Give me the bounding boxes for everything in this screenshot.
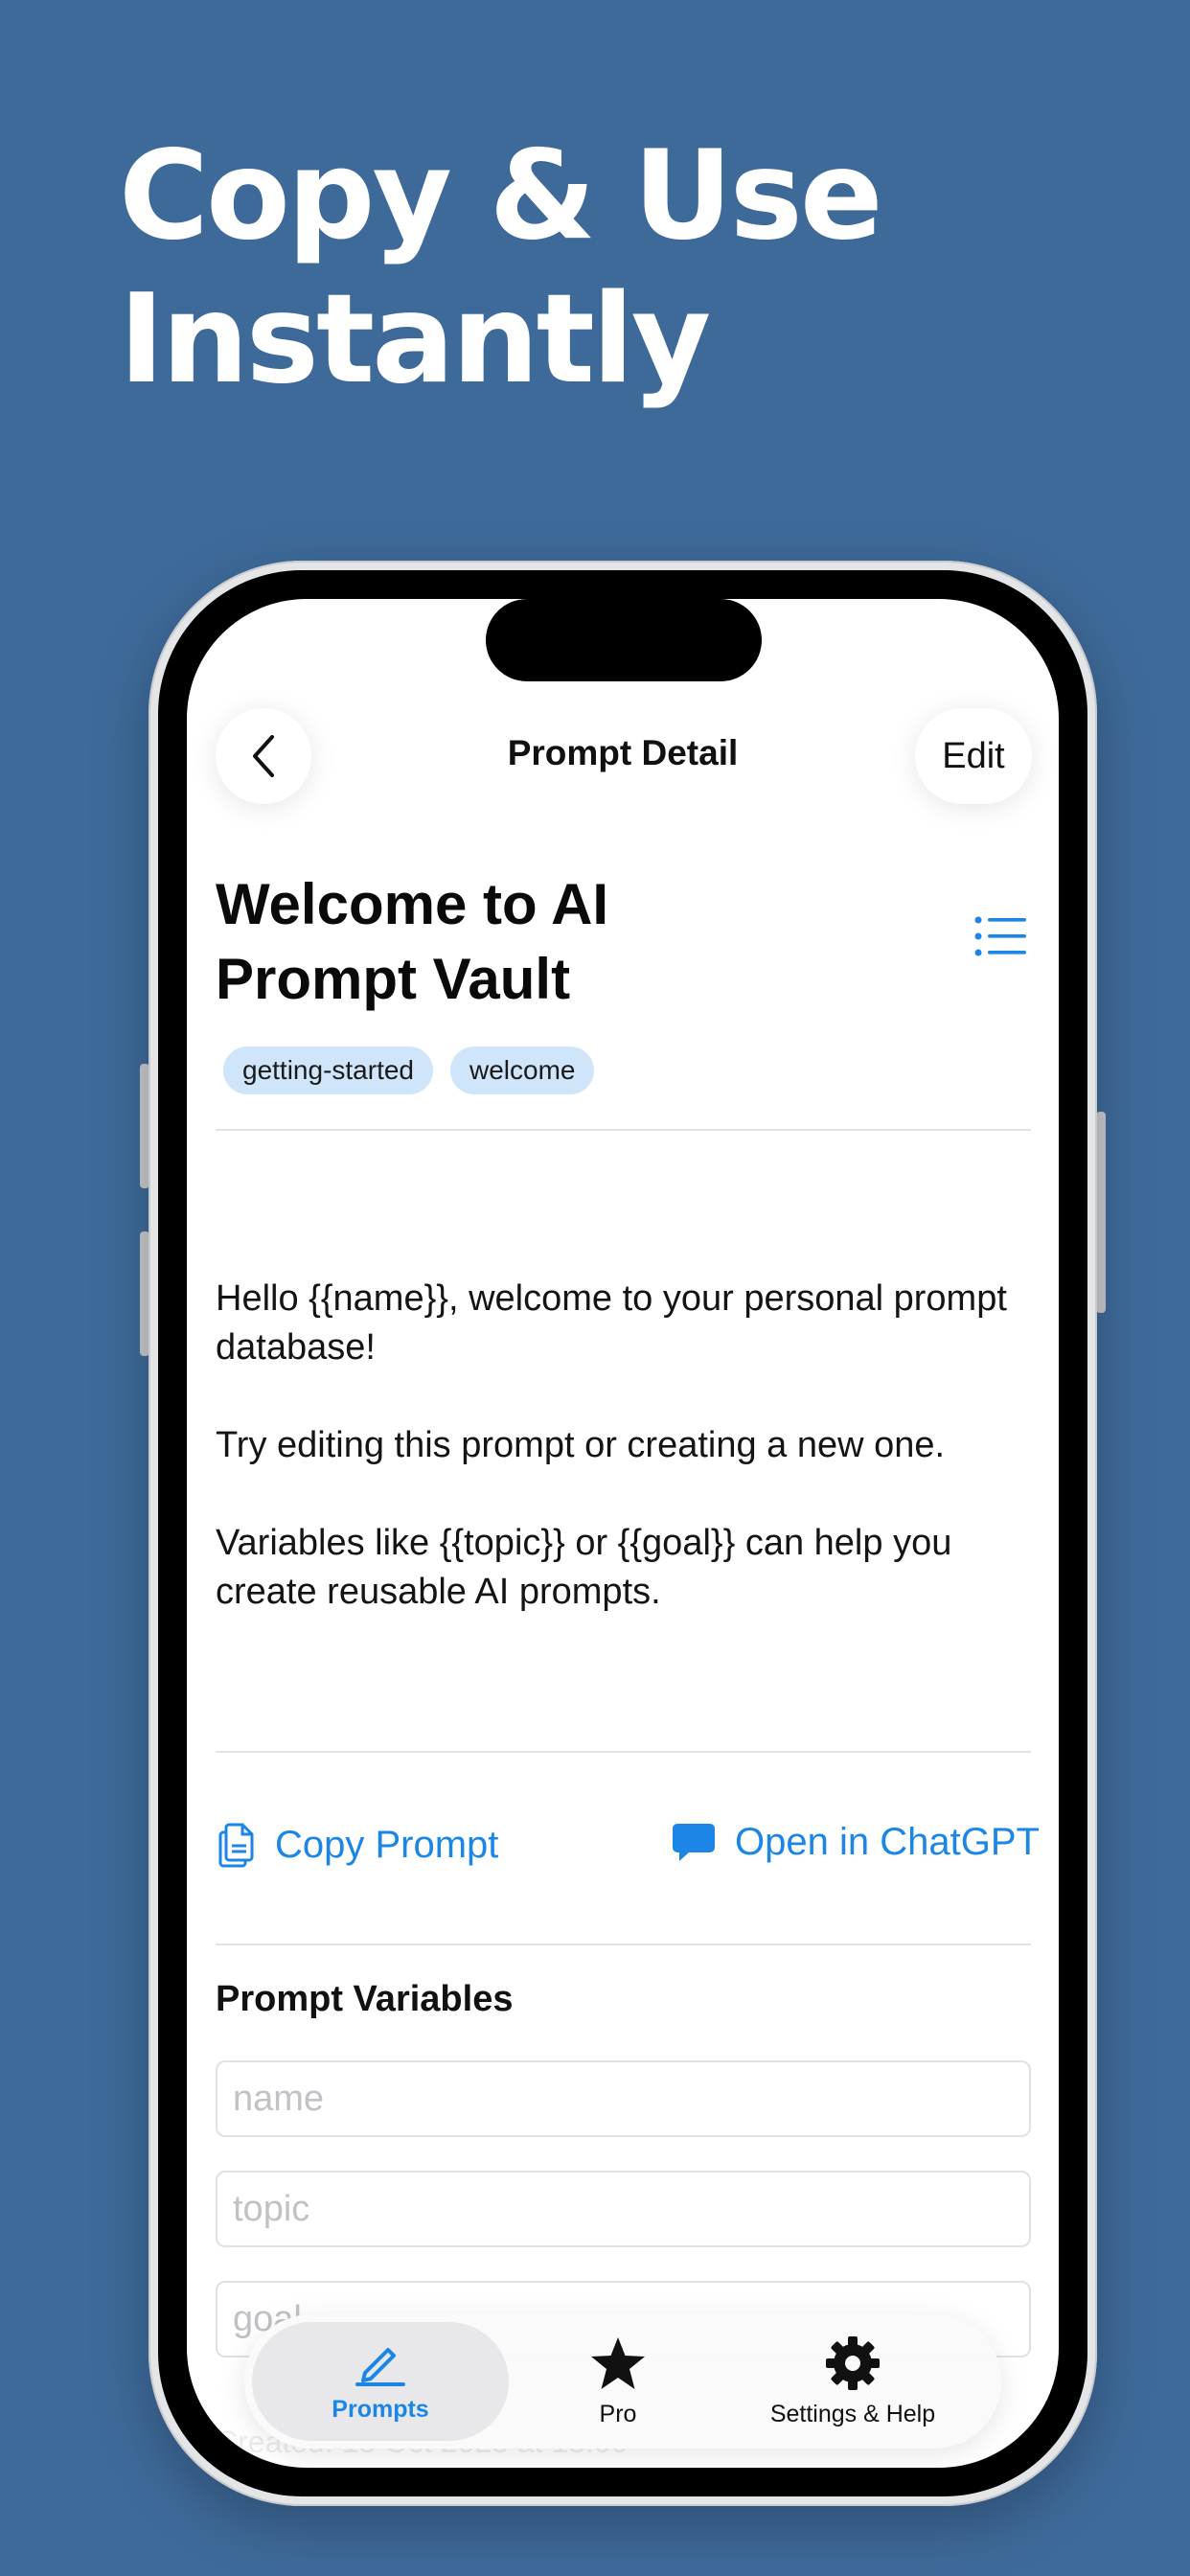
headline: Copy & Use Instantly xyxy=(119,125,1077,412)
list-icon[interactable] xyxy=(974,915,1026,957)
tag-list: getting-started welcome xyxy=(223,1046,595,1094)
tag-chip[interactable]: getting-started xyxy=(223,1046,433,1094)
divider xyxy=(216,1129,1031,1131)
tab-prompts[interactable]: Prompts xyxy=(252,2322,509,2441)
open-in-chatgpt-label: Open in ChatGPT xyxy=(735,1821,1040,1863)
pencil-icon xyxy=(355,2347,405,2386)
copy-icon xyxy=(218,1823,254,1868)
prompt-body-paragraph: Hello {{name}}, welcome to your personal… xyxy=(216,1278,1007,1368)
phone-screen: Prompt Detail Edit Welcome to AI Prompt … xyxy=(187,599,1059,2468)
tab-label: Pro xyxy=(599,2400,637,2427)
star-icon xyxy=(591,2336,645,2389)
gear-icon xyxy=(826,2335,880,2390)
tag-chip[interactable]: welcome xyxy=(450,1046,595,1094)
prompt-title: Welcome to AI Prompt Vault xyxy=(216,872,609,1011)
section-title: Prompt Variables xyxy=(216,1979,514,2019)
tab-pro[interactable]: Pro xyxy=(546,2322,690,2441)
tab-label: Settings & Help xyxy=(769,2400,936,2427)
divider xyxy=(216,1944,1031,1945)
headline-line-2: Instantly xyxy=(119,268,711,411)
variable-topic-input[interactable] xyxy=(216,2171,1031,2247)
chat-bubble-icon xyxy=(673,1823,715,1861)
dynamic-island xyxy=(486,599,762,681)
prompt-body: Hello {{name}}, welcome to your personal… xyxy=(216,1275,1031,1666)
tab-settings-help[interactable]: Settings & Help xyxy=(733,2322,973,2441)
open-in-chatgpt-button[interactable]: Open in ChatGPT xyxy=(672,1821,1040,1864)
divider xyxy=(216,1751,1031,1753)
prompt-body-paragraph: Variables like {{topic}} or {{goal}} can… xyxy=(216,1523,952,1612)
tab-label: Prompts xyxy=(332,2395,429,2423)
edit-button[interactable]: Edit xyxy=(915,708,1032,804)
prompt-body-paragraph: Try editing this prompt or creating a ne… xyxy=(216,1425,946,1465)
headline-line-1: Copy & Use xyxy=(119,125,883,267)
tab-bar: Prompts Pro Settings & Help xyxy=(244,2314,1001,2449)
copy-prompt-button[interactable]: Copy Prompt xyxy=(217,1821,498,1869)
variable-name-input[interactable] xyxy=(216,2060,1031,2137)
copy-prompt-label: Copy Prompt xyxy=(275,1823,499,1866)
power-button xyxy=(1096,1112,1106,1313)
